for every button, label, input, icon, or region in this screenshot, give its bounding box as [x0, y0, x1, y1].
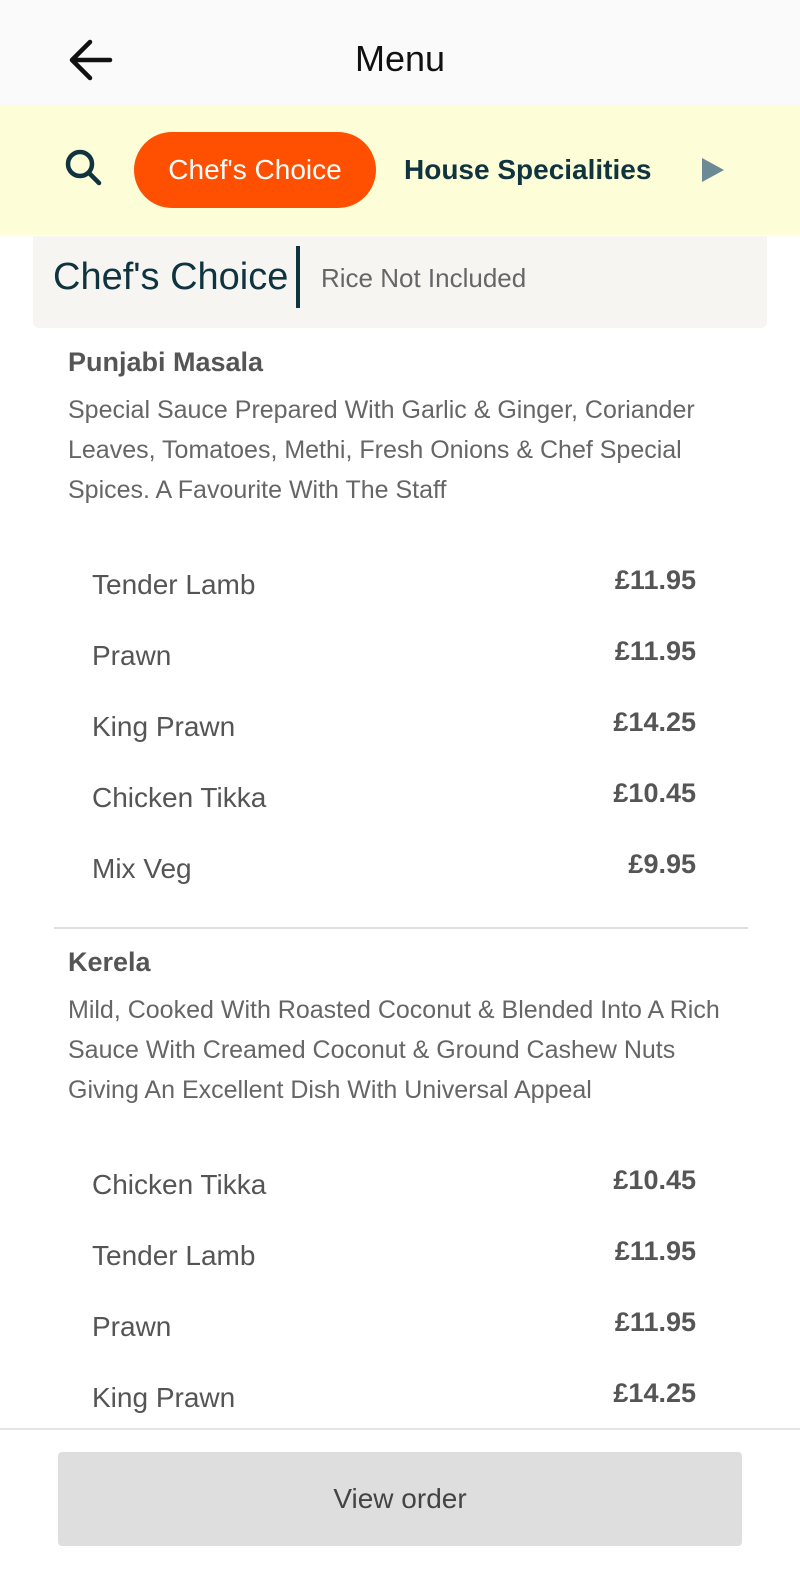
dish-name: Kerela [68, 947, 151, 977]
option-price: £11.95 [614, 1307, 696, 1337]
page-title: Menu [354, 38, 446, 79]
dish-description: Special Sauce Prepared With Garlic & Gin… [68, 396, 695, 504]
option-price: £14.25 [613, 707, 696, 737]
option-price: £10.45 [613, 1165, 696, 1195]
section-title: Chef's Choice [53, 256, 289, 298]
option-name: Chicken Tikka [92, 1169, 267, 1200]
dish-option-row[interactable]: Chicken Tikka £10.45 [92, 1165, 696, 1211]
footer-bar: View order [0, 1428, 800, 1585]
dish-divider [54, 927, 748, 929]
section-header: Chef's Choice Rice Not Included [33, 236, 767, 328]
option-name: Prawn [92, 640, 172, 671]
option-price: £11.95 [614, 636, 696, 666]
dish-option-row[interactable]: King Prawn £14.25 [92, 707, 696, 753]
search-button[interactable] [64, 148, 104, 188]
dish-option-row[interactable]: Prawn £11.95 [92, 636, 696, 682]
dish-option-row[interactable]: Tender Lamb £11.95 [92, 1236, 696, 1282]
option-name: Prawn [92, 1311, 172, 1342]
category-bar [0, 105, 800, 235]
dish-option-row[interactable]: Prawn £11.95 [92, 1307, 696, 1353]
option-name: King Prawn [92, 711, 236, 742]
option-price: £10.45 [613, 778, 696, 808]
tab-chefs-choice[interactable]: Chef's Choice [134, 132, 376, 208]
option-name: Mix Veg [92, 853, 192, 884]
option-price: £11.95 [614, 1236, 696, 1266]
dish-option-row[interactable]: Mix Veg £9.95 [92, 849, 696, 895]
option-price: £14.25 [613, 1378, 696, 1408]
option-price: £9.95 [628, 849, 696, 879]
option-name: King Prawn [92, 1382, 236, 1413]
option-price: £11.95 [614, 565, 696, 595]
section-divider [296, 246, 300, 308]
option-name: Tender Lamb [92, 1240, 256, 1271]
option-name: Tender Lamb [92, 569, 256, 600]
top-bar: Menu [0, 0, 800, 105]
dish-option-row[interactable]: Chicken Tikka £10.45 [92, 778, 696, 824]
search-icon [65, 149, 102, 186]
tab-house-specialities[interactable]: House Specialities [404, 132, 651, 208]
view-order-button[interactable]: View order [58, 1452, 742, 1546]
dish-option-row[interactable]: King Prawn £14.25 [92, 1378, 696, 1424]
dish-name: Punjabi Masala [68, 347, 264, 377]
dish-description: Mild, Cooked With Roasted Coconut & Blen… [68, 996, 720, 1104]
section-note: Rice Not Included [321, 263, 527, 293]
option-name: Chicken Tikka [92, 782, 267, 813]
dish-option-row[interactable]: Tender Lamb £11.95 [92, 565, 696, 611]
play-right-icon [702, 158, 724, 182]
next-category-button[interactable] [700, 154, 728, 186]
